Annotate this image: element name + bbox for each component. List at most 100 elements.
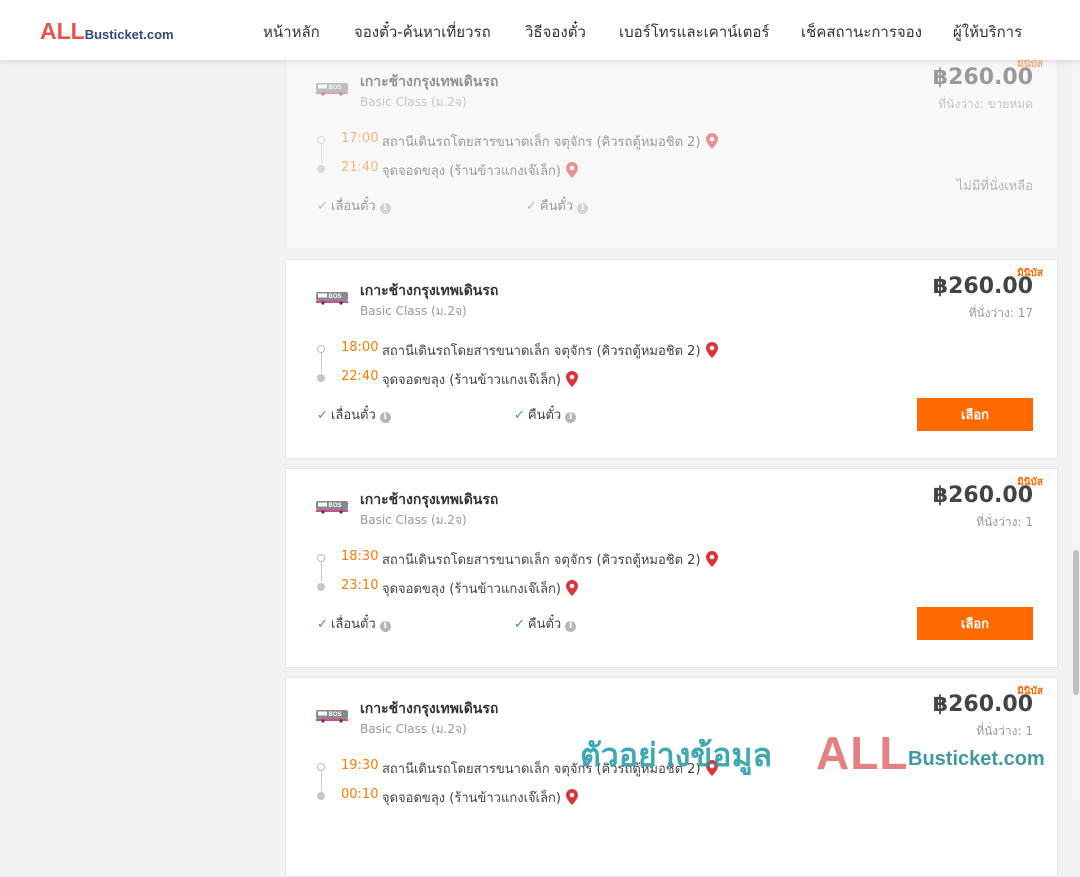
arrival-place: จุดจอดขลุง (ร้านข้าวแกงเจ๊เล็ก) xyxy=(382,160,578,181)
check-icon: ✓ xyxy=(514,617,525,632)
route-name: เกาะช้างกรุงเทพเดินรถ xyxy=(360,701,499,717)
arrival-time: 21:40 xyxy=(341,160,379,175)
map-pin-icon[interactable] xyxy=(706,133,718,149)
departure-time: 19:30 xyxy=(341,758,379,773)
seats-available: ที่นั่งว่าง: 17 xyxy=(968,306,1033,320)
map-pin-icon[interactable] xyxy=(706,760,718,776)
arrival-place-text: จุดจอดขลุง (ร้านข้าวแกงเจ๊เล็ก) xyxy=(382,164,561,179)
departure-place-text: สถานีเดินรถโดยสารขนาดเล็ก จตุจักร (คิวรถ… xyxy=(382,762,701,777)
info-icon[interactable]: i xyxy=(577,203,589,214)
departure-place: สถานีเดินรถโดยสารขนาดเล็ก จตุจักร (คิวรถ… xyxy=(382,131,718,152)
bus-operator-logo-icon xyxy=(315,498,349,514)
arrival-place-text: จุดจอดขลุง (ร้านข้าวแกงเจ๊เล็ก) xyxy=(382,791,561,806)
trip-card: มินิบัส เกาะช้างกรุงเทพเดินรถ Basic Clas… xyxy=(285,468,1058,668)
nav-check-status[interactable]: เช็คสถานะการจอง xyxy=(801,20,922,44)
departure-dot-icon xyxy=(317,763,325,771)
timeline-line xyxy=(321,144,322,164)
bus-operator-logo-icon xyxy=(315,289,349,305)
main-nav: หน้าหลัก จองตั๋ว-ค้นหาเที่ยวรถ วิธีจองตั… xyxy=(0,20,1080,42)
seats-available: ที่นั่งว่าง: ขายหมด xyxy=(938,97,1033,111)
route-name: เกาะช้างกรุงเทพเดินรถ xyxy=(360,283,499,299)
check-icon: ✓ xyxy=(514,408,525,423)
scrollbar-thumb[interactable] xyxy=(1073,550,1079,695)
feature-label: เลื่อนตั๋ว xyxy=(330,408,376,423)
nav-how-to-book[interactable]: วิธีจองตั๋ว xyxy=(525,20,586,44)
price: ฿260.00 xyxy=(932,274,1033,299)
nav-operators[interactable]: ผู้ให้บริการ xyxy=(953,20,1022,44)
feature-label: คืนตั๋ว xyxy=(527,617,562,632)
arrival-place: จุดจอดขลุง (ร้านข้าวแกงเจ๊เล็ก) xyxy=(382,578,578,599)
departure-place: สถานีเดินรถโดยสารขนาดเล็ก จตุจักร (คิวรถ… xyxy=(382,340,718,361)
trip-card: มินิบัส เกาะช้างกรุงเทพเดินรถ Basic Clas… xyxy=(285,259,1058,459)
nav-home[interactable]: หน้าหลัก xyxy=(263,20,320,44)
info-icon[interactable]: i xyxy=(565,621,577,632)
departure-time: 18:30 xyxy=(341,549,379,564)
departure-place: สถานีเดินรถโดยสารขนาดเล็ก จตุจักร (คิวรถ… xyxy=(382,549,718,570)
feature-label: คืนตั๋ว xyxy=(539,199,574,214)
arrival-place-text: จุดจอดขลุง (ร้านข้าวแกงเจ๊เล็ก) xyxy=(382,582,561,597)
select-trip-button[interactable]: เลือก xyxy=(917,607,1033,640)
route-name: เกาะช้างกรุงเทพเดินรถ xyxy=(360,74,499,90)
check-icon: ✓ xyxy=(317,408,328,423)
map-pin-icon[interactable] xyxy=(706,342,718,358)
bus-class: Basic Class (ม.2จ) xyxy=(360,722,467,736)
price: ฿260.00 xyxy=(932,692,1033,717)
feature-label: คืนตั๋ว xyxy=(527,408,562,423)
arrival-time: 22:40 xyxy=(341,369,379,384)
map-pin-icon[interactable] xyxy=(566,371,578,387)
map-pin-icon[interactable] xyxy=(566,580,578,596)
timeline-line xyxy=(321,562,322,582)
seats-available: ที่นั่งว่าง: 1 xyxy=(976,515,1033,529)
arrival-dot-icon xyxy=(317,792,325,800)
info-icon[interactable]: i xyxy=(379,621,391,632)
check-icon: ✓ xyxy=(317,617,328,632)
trip-card: มินิบัส เกาะช้างกรุงเทพเดินรถ Basic Clas… xyxy=(285,677,1058,877)
bus-class: Basic Class (ม.2จ) xyxy=(360,95,467,109)
info-icon[interactable]: i xyxy=(565,412,577,423)
no-seats-status: ไม่มีที่นั่งเหลือ xyxy=(956,179,1033,194)
timeline-line xyxy=(321,353,322,373)
info-icon[interactable]: i xyxy=(379,412,391,423)
bus-operator-logo-icon xyxy=(315,707,349,723)
arrival-dot-icon xyxy=(317,165,325,173)
feature-refund: ✓ คืนตั๋ว i xyxy=(526,195,589,216)
departure-place-text: สถานีเดินรถโดยสารขนาดเล็ก จตุจักร (คิวรถ… xyxy=(382,344,701,359)
bus-class: Basic Class (ม.2จ) xyxy=(360,513,467,527)
trip-card: มินิบัส เกาะช้างกรุงเทพเดินรถ Basic Clas… xyxy=(285,50,1058,250)
feature-reschedule: ✓ เลื่อนตั๋ว i xyxy=(317,404,391,425)
map-pin-icon[interactable] xyxy=(706,551,718,567)
departure-dot-icon xyxy=(317,554,325,562)
check-icon: ✓ xyxy=(317,199,328,214)
info-icon[interactable]: i xyxy=(379,203,391,214)
nav-book-search[interactable]: จองตั๋ว-ค้นหาเที่ยวรถ xyxy=(354,20,491,44)
map-pin-icon[interactable] xyxy=(566,789,578,805)
bus-class: Basic Class (ม.2จ) xyxy=(360,304,467,318)
select-trip-button[interactable]: เลือก xyxy=(917,398,1033,431)
bus-operator-logo-icon xyxy=(315,80,349,96)
arrival-dot-icon xyxy=(317,583,325,591)
feature-reschedule: ✓ เลื่อนตั๋ว i xyxy=(317,613,391,634)
nav-phone-counters[interactable]: เบอร์โทรและเคาน์เตอร์ xyxy=(619,20,769,44)
route-name: เกาะช้างกรุงเทพเดินรถ xyxy=(360,492,499,508)
timeline-line xyxy=(321,771,322,791)
departure-dot-icon xyxy=(317,345,325,353)
arrival-time: 23:10 xyxy=(341,578,379,593)
departure-time: 17:00 xyxy=(341,131,379,146)
seats-available: ที่นั่งว่าง: 1 xyxy=(976,724,1033,738)
feature-label: เลื่อนตั๋ว xyxy=(330,199,376,214)
top-header: ALLBusticket.com หน้าหลัก จองตั๋ว-ค้นหาเ… xyxy=(0,0,1080,60)
departure-time: 18:00 xyxy=(341,340,379,355)
price: ฿260.00 xyxy=(932,65,1033,90)
departure-place-text: สถานีเดินรถโดยสารขนาดเล็ก จตุจักร (คิวรถ… xyxy=(382,553,701,568)
departure-place-text: สถานีเดินรถโดยสารขนาดเล็ก จตุจักร (คิวรถ… xyxy=(382,135,701,150)
feature-label: เลื่อนตั๋ว xyxy=(330,617,376,632)
arrival-place-text: จุดจอดขลุง (ร้านข้าวแกงเจ๊เล็ก) xyxy=(382,373,561,388)
departure-place: สถานีเดินรถโดยสารขนาดเล็ก จตุจักร (คิวรถ… xyxy=(382,758,718,779)
price: ฿260.00 xyxy=(932,483,1033,508)
arrival-place: จุดจอดขลุง (ร้านข้าวแกงเจ๊เล็ก) xyxy=(382,787,578,808)
check-icon: ✓ xyxy=(526,199,537,214)
departure-dot-icon xyxy=(317,136,325,144)
map-pin-icon[interactable] xyxy=(566,162,578,178)
feature-refund: ✓ คืนตั๋ว i xyxy=(514,404,577,425)
arrival-dot-icon xyxy=(317,374,325,382)
